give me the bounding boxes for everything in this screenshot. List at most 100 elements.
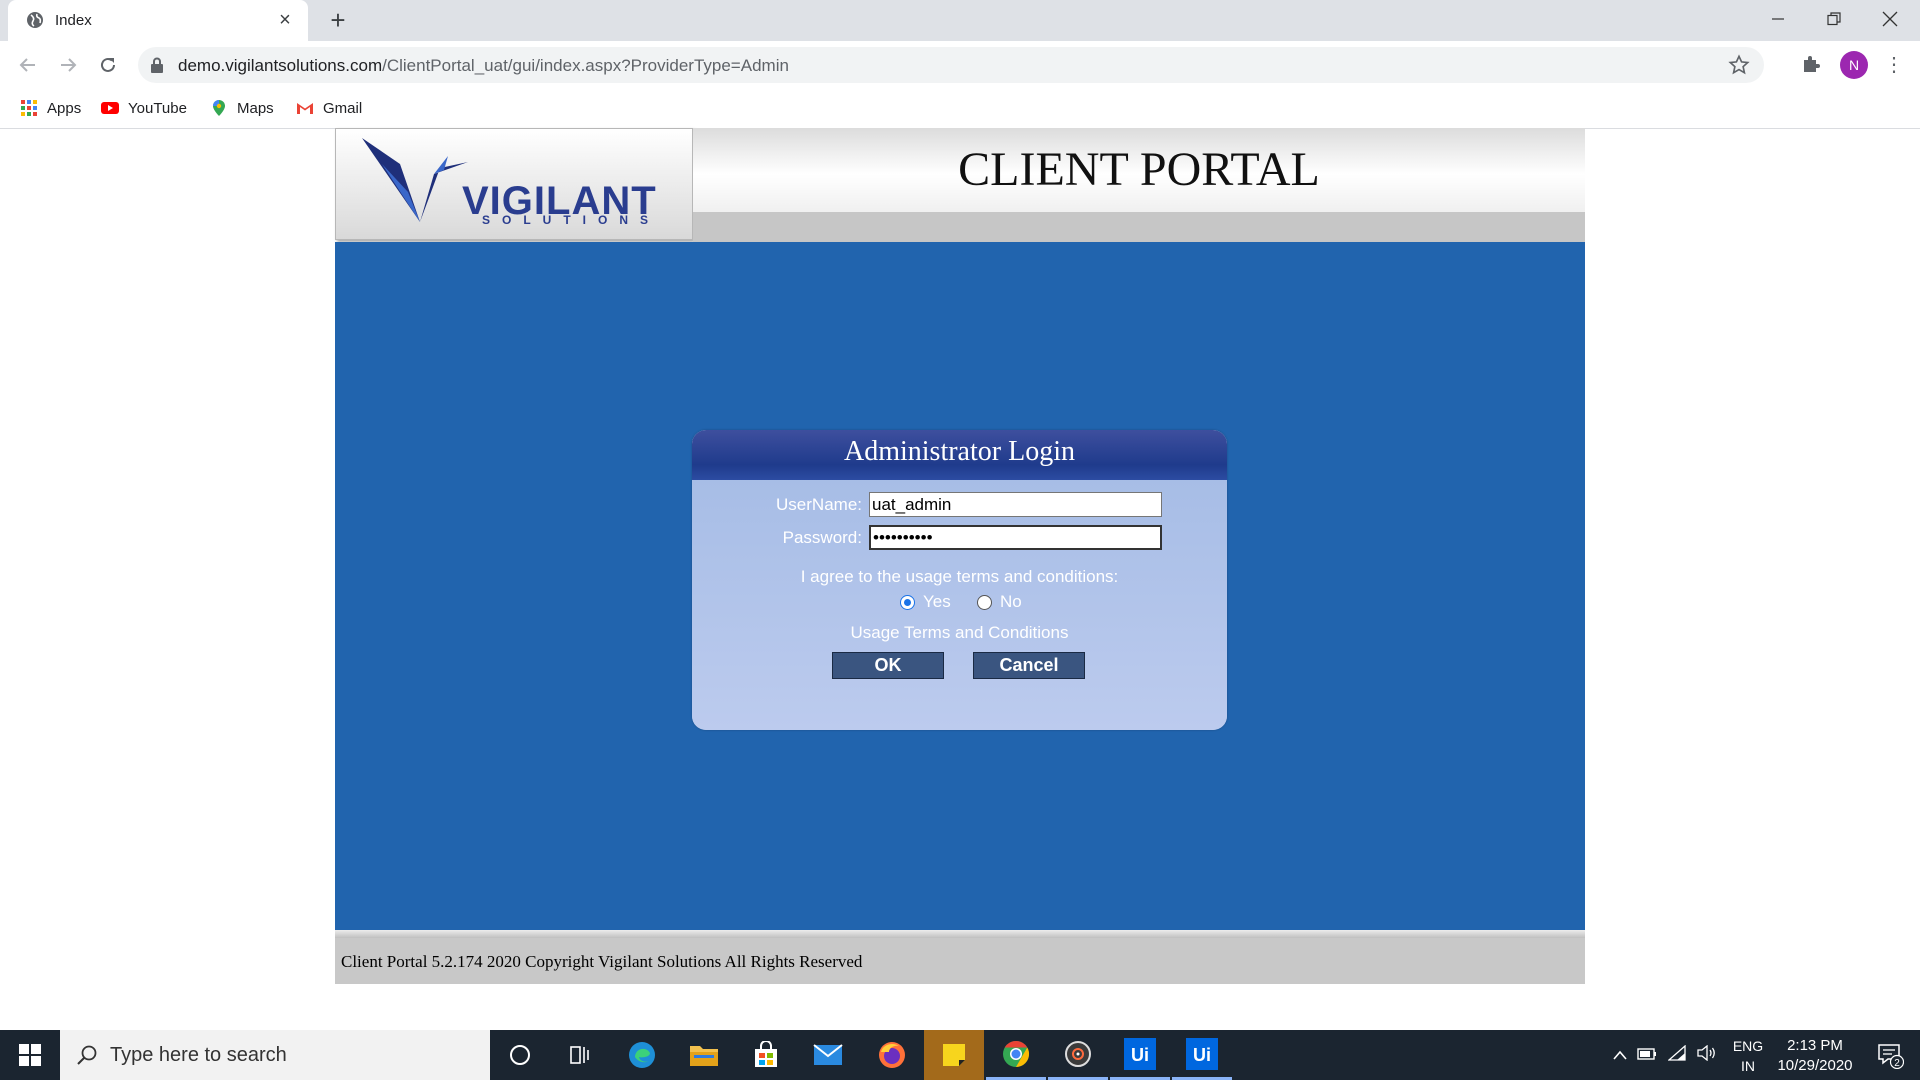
chrome-icon bbox=[1003, 1040, 1030, 1067]
bookmark-label: Maps bbox=[237, 99, 274, 117]
svg-text:Ui: Ui bbox=[1193, 1045, 1211, 1065]
taskbar-edge[interactable] bbox=[612, 1030, 672, 1080]
no-radio-option[interactable]: No bbox=[977, 592, 1022, 612]
login-panel: Administrator Login UserName: Password: … bbox=[692, 430, 1227, 730]
restore-icon bbox=[1827, 12, 1841, 26]
language-code: ENG bbox=[1732, 1038, 1764, 1054]
taskbar-mail[interactable] bbox=[798, 1030, 858, 1080]
taskbar-search[interactable]: Type here to search bbox=[60, 1030, 490, 1080]
minimize-button[interactable] bbox=[1750, 0, 1806, 38]
task-view-button[interactable] bbox=[550, 1030, 610, 1080]
usage-terms-link[interactable]: Usage Terms and Conditions bbox=[692, 623, 1227, 643]
yes-radio-option[interactable]: Yes bbox=[900, 592, 951, 612]
cancel-button[interactable]: Cancel bbox=[973, 652, 1085, 679]
bookmark-maps[interactable]: Maps bbox=[210, 95, 274, 121]
logo-subtext: SOLUTIONS bbox=[482, 213, 661, 227]
main-content: Administrator Login UserName: Password: … bbox=[335, 242, 1585, 930]
url-text: demo.vigilantsolutions.com/ClientPortal_… bbox=[178, 56, 789, 76]
taskbar-store[interactable] bbox=[736, 1030, 796, 1080]
uipath-icon: Ui bbox=[1124, 1037, 1156, 1070]
username-input[interactable] bbox=[869, 492, 1162, 517]
page-header: VIGILANT SOLUTIONS CLIENT PORTAL bbox=[335, 128, 1585, 242]
login-title: Administrator Login bbox=[844, 436, 1075, 467]
apps-grid-icon bbox=[21, 100, 37, 116]
new-tab-button[interactable]: + bbox=[325, 7, 351, 33]
cortana-button[interactable] bbox=[490, 1030, 550, 1080]
close-icon bbox=[1882, 11, 1898, 27]
clock-date: 10/29/2020 bbox=[1777, 1057, 1853, 1074]
ok-button[interactable]: OK bbox=[832, 652, 944, 679]
windows-logo-icon bbox=[19, 1044, 41, 1066]
svg-text:Ui: Ui bbox=[1131, 1045, 1149, 1065]
reload-button[interactable] bbox=[94, 51, 122, 79]
edge-browser-icon bbox=[629, 1042, 655, 1068]
start-button[interactable] bbox=[0, 1030, 60, 1080]
address-bar[interactable]: demo.vigilantsolutions.com/ClientPortal_… bbox=[138, 47, 1764, 83]
no-label: No bbox=[1000, 592, 1022, 611]
arrow-left-icon bbox=[19, 58, 35, 72]
header-divider bbox=[693, 212, 1585, 242]
password-label: Password: bbox=[782, 528, 862, 547]
browser-tab-strip: Index × + bbox=[0, 0, 1920, 41]
bookmark-youtube[interactable]: YouTube bbox=[101, 95, 187, 121]
yes-radio[interactable] bbox=[900, 594, 915, 610]
clock-time: 2:13 PM bbox=[1787, 1037, 1843, 1054]
windows-taskbar: Type here to search Ui Ui ENG IN 2:13 PM… bbox=[0, 1030, 1920, 1080]
notification-count: 2 bbox=[1894, 1058, 1900, 1069]
back-button[interactable] bbox=[14, 51, 42, 79]
system-clock[interactable]: 2:13 PM 10/29/2020 bbox=[1770, 1036, 1860, 1076]
notification-center-button[interactable]: 2 bbox=[1860, 1030, 1920, 1080]
page-footer: Client Portal 5.2.174 2020 Copyright Vig… bbox=[335, 938, 1585, 984]
browser-menu-icon[interactable]: ⋮ bbox=[1880, 51, 1908, 79]
youtube-icon bbox=[101, 102, 119, 114]
volume-icon[interactable] bbox=[1692, 1044, 1722, 1065]
taskbar-chrome[interactable] bbox=[986, 1030, 1046, 1080]
yes-label: Yes bbox=[923, 592, 951, 611]
bookmark-label: Apps bbox=[47, 99, 82, 117]
profile-avatar[interactable]: N bbox=[1840, 51, 1868, 79]
store-bag-icon bbox=[755, 1041, 777, 1067]
chevron-up-icon[interactable] bbox=[1608, 1047, 1632, 1064]
browser-tab[interactable]: Index × bbox=[8, 0, 308, 41]
password-input[interactable] bbox=[869, 525, 1162, 550]
taskbar-media-app[interactable] bbox=[1048, 1030, 1108, 1080]
lock-icon[interactable] bbox=[150, 57, 164, 73]
arrow-right-icon bbox=[61, 58, 77, 72]
page-container: VIGILANT SOLUTIONS CLIENT PORTAL Adminis… bbox=[335, 128, 1585, 984]
notification-icon: 2 bbox=[1878, 1044, 1904, 1069]
wifi-icon[interactable] bbox=[1662, 1044, 1692, 1065]
username-label: UserName: bbox=[776, 495, 862, 514]
system-tray bbox=[1608, 1030, 1722, 1080]
minimize-icon bbox=[1772, 18, 1784, 20]
url-host: demo.vigilantsolutions.com bbox=[178, 56, 383, 75]
battery-icon[interactable] bbox=[1632, 1047, 1662, 1064]
search-placeholder: Type here to search bbox=[110, 1044, 287, 1066]
bookmark-apps[interactable]: Apps bbox=[20, 95, 81, 121]
taskbar-uipath-robot[interactable]: Ui bbox=[1172, 1030, 1232, 1080]
taskbar-firefox[interactable] bbox=[862, 1030, 922, 1080]
browser-toolbar: demo.vigilantsolutions.com/ClientPortal_… bbox=[0, 41, 1920, 87]
taskbar-uipath-studio[interactable]: Ui bbox=[1110, 1030, 1170, 1080]
bookmark-star-icon[interactable] bbox=[1728, 54, 1750, 76]
taskbar-file-explorer[interactable] bbox=[674, 1030, 734, 1080]
sticky-notes-icon bbox=[943, 1044, 965, 1066]
taskbar-sticky-notes[interactable] bbox=[924, 1030, 984, 1080]
gmail-icon bbox=[297, 103, 313, 114]
globe-icon bbox=[27, 12, 43, 28]
url-path: /ClientPortal_uat/gui/index.aspx?Provide… bbox=[382, 56, 789, 75]
bookmark-label: Gmail bbox=[323, 99, 363, 117]
close-tab-icon[interactable]: × bbox=[274, 9, 296, 31]
bookmark-label: YouTube bbox=[128, 99, 187, 117]
no-radio[interactable] bbox=[977, 594, 992, 610]
close-window-button[interactable] bbox=[1862, 0, 1918, 38]
footer-divider bbox=[335, 930, 1585, 938]
vigilant-v-logo-icon bbox=[362, 138, 468, 222]
bookmark-gmail[interactable]: Gmail bbox=[296, 95, 362, 121]
restore-button[interactable] bbox=[1806, 0, 1862, 38]
forward-button[interactable] bbox=[54, 51, 82, 79]
folder-icon bbox=[690, 1046, 718, 1066]
page-title: CLIENT PORTAL bbox=[958, 143, 1320, 196]
input-language[interactable]: ENG IN bbox=[1728, 1036, 1768, 1076]
extensions-puzzle-icon[interactable] bbox=[1800, 52, 1824, 76]
tab-title: Index bbox=[55, 12, 92, 29]
